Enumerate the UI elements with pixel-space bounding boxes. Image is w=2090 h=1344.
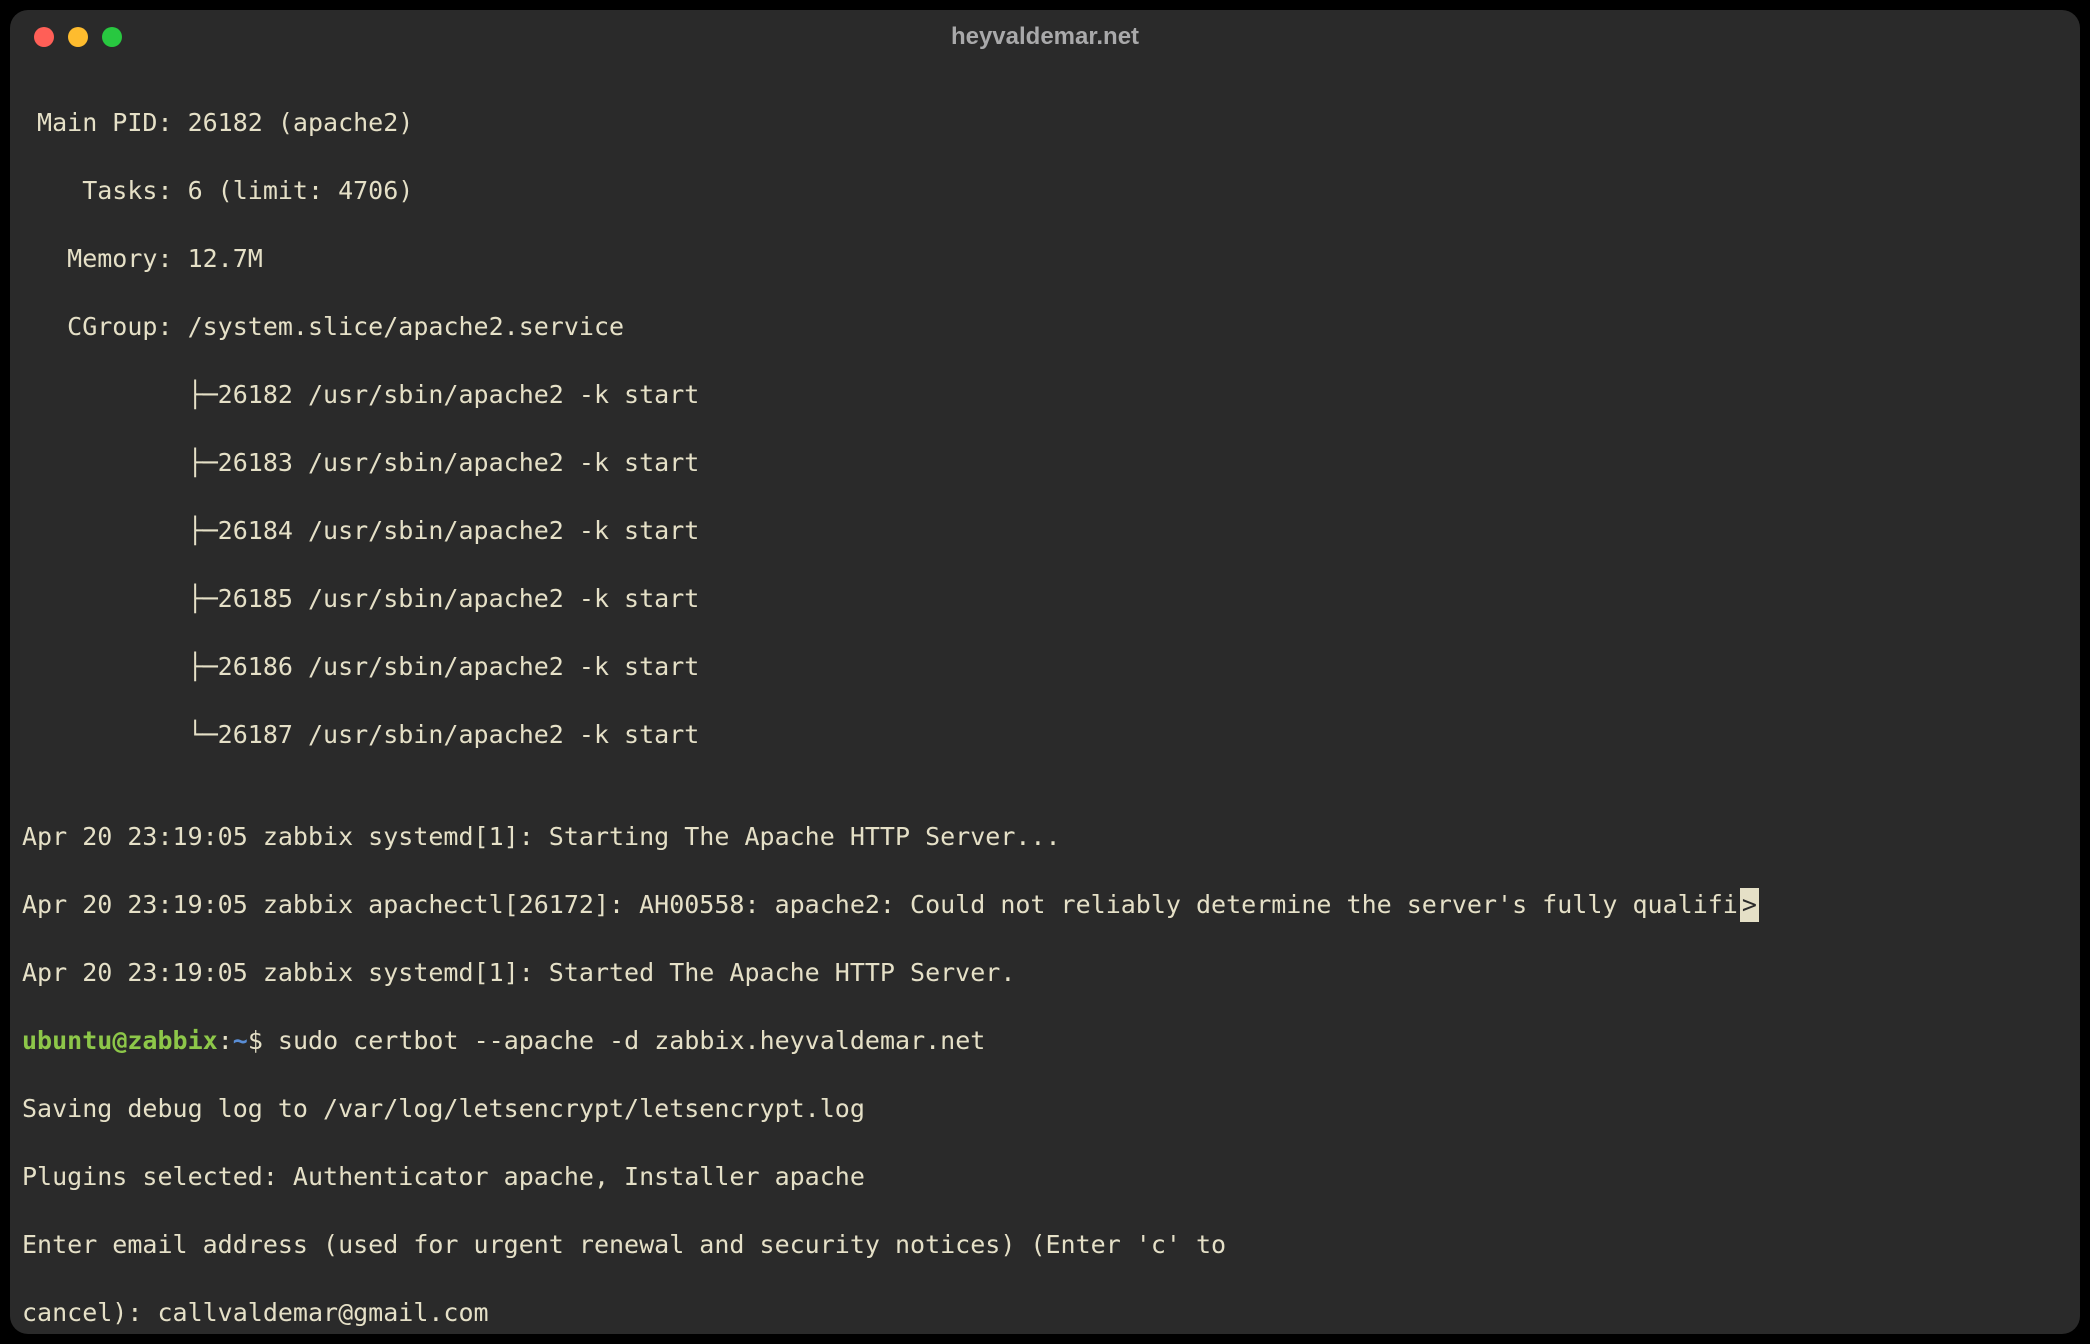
command-input[interactable]: sudo certbot --apache -d zabbix.heyvalde… [278,1026,985,1055]
prompt-dollar: $ [248,1026,278,1055]
journal-line: Apr 20 23:19:05 zabbix systemd[1]: Start… [22,820,2068,854]
close-icon[interactable] [34,27,54,47]
journal-line: Apr 20 23:19:05 zabbix systemd[1]: Start… [22,956,2068,990]
cgroup-line: ├─26184 /usr/sbin/apache2 -k start [22,514,2068,548]
label: Main PID: [22,108,173,137]
window-title: heyvaldemar.net [10,23,2080,51]
terminal-output[interactable]: Main PID: 26182 (apache2) Tasks: 6 (limi… [10,64,2080,1334]
prompt-user: ubuntu [22,1026,112,1055]
value: 12.7M [173,244,263,273]
terminal-window: heyvaldemar.net Main PID: 26182 (apache2… [10,10,2080,1334]
certbot-line: Enter email address (used for urgent ren… [22,1228,2068,1262]
cgroup-line: └─26187 /usr/sbin/apache2 -k start [22,718,2068,752]
value: /system.slice/apache2.service [173,312,625,341]
cgroup-line: ├─26182 /usr/sbin/apache2 -k start [22,378,2068,412]
line-overflow-icon: > [1740,888,1759,922]
titlebar: heyvaldemar.net [10,10,2080,64]
prompt-host: zabbix [127,1026,217,1055]
prompt-path: ~ [233,1026,248,1055]
status-main-pid: Main PID: 26182 (apache2) [22,106,2068,140]
label: Memory: [22,244,173,273]
value: 26182 (apache2) [173,108,414,137]
journal-line-overflow: Apr 20 23:19:05 zabbix apachectl[26172]:… [22,888,2068,922]
label: Tasks: [22,176,173,205]
zoom-icon[interactable] [102,27,122,47]
prompt-at: @ [112,1026,127,1055]
label: CGroup: [22,312,173,341]
certbot-email-input[interactable]: cancel): callvaldemar@gmail.com [22,1296,2068,1330]
value: 6 (limit: 4706) [173,176,414,205]
journal-text: Apr 20 23:19:05 zabbix apachectl[26172]:… [22,890,1738,919]
shell-prompt-line[interactable]: ubuntu@zabbix:~$ sudo certbot --apache -… [22,1024,2068,1058]
minimize-icon[interactable] [68,27,88,47]
cgroup-line: ├─26185 /usr/sbin/apache2 -k start [22,582,2068,616]
prompt-colon: : [218,1026,233,1055]
cgroup-line: ├─26186 /usr/sbin/apache2 -k start [22,650,2068,684]
traffic-lights [10,27,122,47]
status-cgroup: CGroup: /system.slice/apache2.service [22,310,2068,344]
status-tasks: Tasks: 6 (limit: 4706) [22,174,2068,208]
certbot-line: Saving debug log to /var/log/letsencrypt… [22,1092,2068,1126]
cgroup-line: ├─26183 /usr/sbin/apache2 -k start [22,446,2068,480]
status-memory: Memory: 12.7M [22,242,2068,276]
certbot-line: Plugins selected: Authenticator apache, … [22,1160,2068,1194]
